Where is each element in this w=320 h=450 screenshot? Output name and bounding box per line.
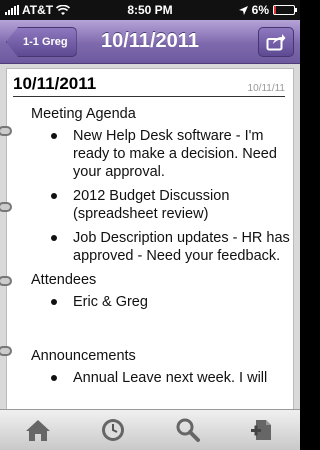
search-icon [176, 418, 200, 442]
status-time: 8:50 PM [127, 3, 173, 17]
clock-icon [101, 419, 124, 441]
navigation-bar: 1-1 Greg 10/11/2011 [0, 20, 300, 64]
binder-ring [0, 126, 12, 136]
binder-ring [0, 276, 12, 286]
page-title: 10/11/2011 [101, 30, 199, 52]
home-icon [25, 420, 50, 441]
signal-icon [5, 5, 19, 15]
note-header: 10/11/2011 10/11/11 [13, 74, 285, 97]
share-button[interactable] [258, 27, 294, 57]
tab-bar [0, 409, 300, 450]
back-button[interactable]: 1-1 Greg [6, 27, 77, 57]
bullet-list: Annual Leave next week. I will [31, 369, 293, 387]
bullet-item: Eric & Greg [47, 293, 293, 311]
bullet-item: Job Description updates - HR has approve… [47, 229, 293, 265]
note-date: 10/11/11 [247, 83, 285, 94]
binder-ring [0, 202, 12, 212]
section-heading: Announcements [31, 348, 136, 364]
status-right: 6% [185, 3, 297, 17]
note-title: 10/11/2011 [13, 74, 97, 93]
tab-new-note[interactable] [243, 413, 283, 447]
bullet-item: New Help Desk software - I'm ready to ma… [47, 127, 293, 181]
bullet-list: Eric & Greg [31, 293, 293, 311]
bullet-item: Annual Leave next week. I will [47, 369, 293, 387]
battery-icon [273, 5, 297, 15]
section-heading: Attendees [31, 272, 97, 288]
status-bar: AT&T 8:50 PM 6% [0, 0, 300, 20]
tab-home[interactable] [18, 413, 58, 447]
section-meeting-agenda: Meeting Agenda New Help Desk software - … [31, 105, 293, 265]
status-left: AT&T [5, 3, 115, 17]
battery-percent: 6% [251, 3, 269, 17]
section-attendees: Attendees Eric & Greg [31, 271, 293, 311]
note-content-area[interactable]: 10/11/2011 10/11/11 Meeting Agenda New H… [0, 64, 300, 409]
section-heading: Meeting Agenda [31, 106, 136, 122]
bullet-item: 2012 Budget Discussion (spreadsheet revi… [47, 187, 293, 223]
tab-search[interactable] [168, 413, 208, 447]
note-body[interactable]: Meeting Agenda New Help Desk software - … [31, 105, 293, 393]
note-page[interactable]: 10/11/2011 10/11/11 Meeting Agenda New H… [6, 68, 294, 409]
bullet-list: New Help Desk software - I'm ready to ma… [31, 127, 293, 265]
section-announcements: Announcements Annual Leave next week. I … [31, 347, 293, 387]
tab-recent[interactable] [93, 413, 133, 447]
new-note-icon [250, 420, 271, 440]
battery-level [274, 6, 276, 14]
wifi-icon [56, 4, 71, 15]
share-icon [266, 34, 286, 51]
carrier-label: AT&T [22, 3, 54, 17]
binder-ring [0, 346, 12, 356]
location-arrow-icon [238, 5, 248, 15]
